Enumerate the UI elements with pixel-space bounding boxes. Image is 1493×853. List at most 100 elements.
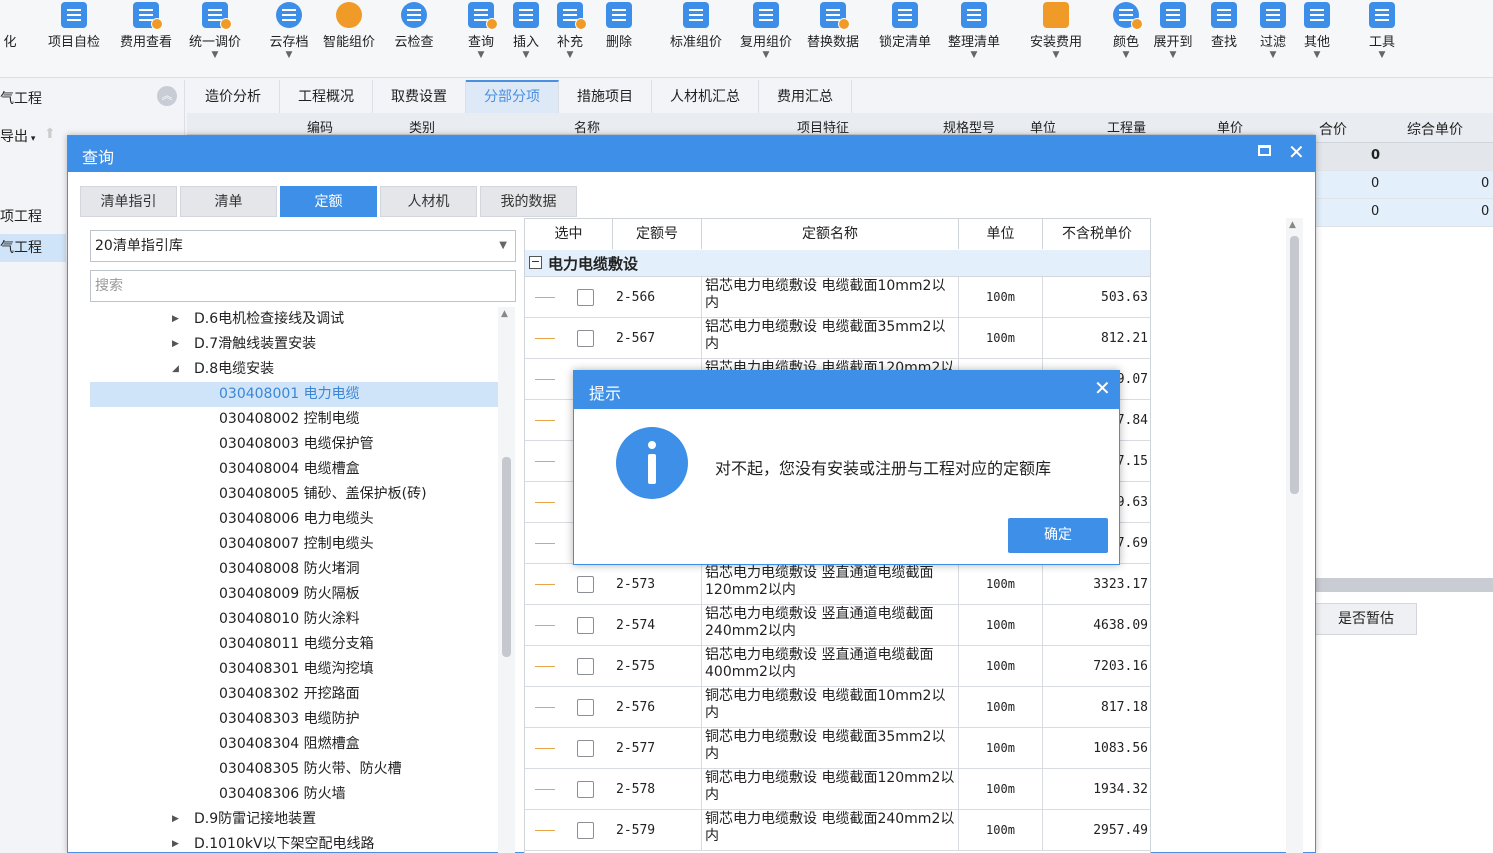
other-button[interactable]: 其他 ▼ [1299, 0, 1335, 72]
row-checkbox[interactable] [577, 699, 594, 716]
collapse-arrow-icon[interactable]: ◢ [172, 357, 179, 382]
tree-node[interactable]: ▶ D.6电机检查接线及调试 [90, 307, 498, 332]
tree-node[interactable]: 030408303 电缆防护 [90, 707, 498, 732]
expand-arrow-icon[interactable]: ▶ [172, 307, 179, 332]
find-button[interactable]: 查找 [1206, 0, 1242, 72]
close-icon[interactable]: ✕ [1288, 140, 1305, 164]
row-checkbox[interactable] [577, 658, 594, 675]
query-button[interactable]: 查询 ▼ [463, 0, 499, 72]
export-button[interactable]: 导出 ▾ [0, 126, 35, 146]
tree-node[interactable]: 030408301 电缆沟挖填 [90, 657, 498, 682]
row-checkbox[interactable] [577, 781, 594, 798]
table-row[interactable]: 2-567 铝芯电力电缆敷设 电缆截面35mm2以内 100m 812.21 [525, 318, 1150, 359]
table-row[interactable]: 0 0 [1315, 171, 1493, 199]
close-icon[interactable]: ✕ [1094, 376, 1111, 400]
table-row[interactable]: 2-575 铝芯电力电缆敷设 竖直通道电缆截面400mm2以内 100m 720… [525, 646, 1150, 687]
scroll-thumb[interactable] [1290, 236, 1299, 494]
tree-node[interactable]: ▶ D.9防雷记接地装置 [90, 807, 498, 832]
project-title[interactable]: 气工程 [0, 88, 42, 108]
alert-dialog-titlebar[interactable]: 提示 ✕ [574, 371, 1119, 409]
toolbar-item-partial[interactable]: 化 [0, 0, 22, 72]
tree-node[interactable]: 030408008 防火堵洞 [90, 557, 498, 582]
tab-list-guide[interactable]: 清单指引 [80, 186, 177, 217]
row-checkbox[interactable] [577, 576, 594, 593]
table-row[interactable]: 2-578 铜芯电力电缆敷设 电缆截面120mm2以内 100m 1934.32 [525, 769, 1150, 810]
lock-list-button[interactable]: 锁定清单 [874, 0, 936, 72]
tree-node[interactable]: 030408011 电缆分支箱 [90, 632, 498, 657]
row-checkbox[interactable] [577, 330, 594, 347]
tab-project-overview[interactable]: 工程概况 [280, 80, 373, 113]
row-checkbox[interactable] [577, 617, 594, 634]
table-row[interactable]: 2-574 铝芯电力电缆敷设 竖直通道电缆截面240mm2以内 100m 463… [525, 605, 1150, 646]
grid-scrollbar[interactable]: ▲ [1286, 218, 1303, 853]
tree-node[interactable]: 030408304 阻燃槽盒 [90, 732, 498, 757]
table-row[interactable]: 2-577 铜芯电力电缆敷设 电缆截面35mm2以内 100m 1083.56 [525, 728, 1150, 769]
organize-list-button[interactable]: 整理清单 ▼ [943, 0, 1005, 72]
expand-arrow-icon[interactable]: ▶ [172, 332, 179, 357]
row-checkbox[interactable] [577, 289, 594, 306]
tab-fee-settings[interactable]: 取费设置 [373, 80, 466, 113]
table-row[interactable]: 0 [1315, 143, 1493, 171]
tree-node[interactable]: 030408305 防火带、防火槽 [90, 757, 498, 782]
tree-node[interactable]: 030408010 防火涂料 [90, 607, 498, 632]
tree-node[interactable]: 030408302 开挖路面 [90, 682, 498, 707]
color-button[interactable]: 颜色 ▼ [1108, 0, 1144, 72]
sidebar-item-electrical[interactable]: 气工程 [0, 234, 66, 262]
project-check-button[interactable]: 项目自检 [42, 0, 106, 72]
filter-button[interactable]: 过滤 ▼ [1255, 0, 1291, 72]
row-checkbox[interactable] [577, 740, 594, 757]
tree-node[interactable]: 030408003 电缆保护管 [90, 432, 498, 457]
tree-node[interactable]: ▶ D.7滑触线装置安装 [90, 332, 498, 357]
splitter[interactable] [1315, 578, 1493, 592]
tree-node[interactable]: 030408005 铺砂、盖保护板(砖) [90, 482, 498, 507]
tree-node[interactable]: ◢ D.8电缆安装 [90, 357, 498, 382]
collapse-icon[interactable]: ︽ [157, 86, 177, 106]
ok-button[interactable]: 确定 [1008, 518, 1108, 553]
tab-is-estimate[interactable]: 是否暂估 [1315, 603, 1417, 635]
tree-node[interactable]: 030408006 电力电缆头 [90, 507, 498, 532]
tab-measures[interactable]: 措施项目 [559, 80, 652, 113]
table-row[interactable]: 2-579 铜芯电力电缆敷设 电缆截面240mm2以内 100m 2957.49 [525, 810, 1150, 851]
tab-cost-analysis[interactable]: 造价分析 [187, 80, 280, 113]
expand-to-button[interactable]: 展开到 ▼ [1148, 0, 1198, 72]
scroll-thumb[interactable] [502, 457, 511, 657]
tree-node[interactable]: 030408007 控制电缆头 [90, 532, 498, 557]
table-row[interactable]: 2-566 铝芯电力电缆敷设 电缆截面10mm2以内 100m 503.63 [525, 277, 1150, 318]
delete-button[interactable]: 删除 [601, 0, 637, 72]
tab-fee-summary[interactable]: 费用汇总 [759, 80, 852, 113]
tree-node[interactable]: 030408004 电缆槽盒 [90, 457, 498, 482]
maximize-icon[interactable] [1258, 145, 1271, 156]
tab-quota[interactable]: 定额 [280, 186, 377, 217]
tools-button[interactable]: 工具 ▼ [1364, 0, 1400, 72]
row-checkbox[interactable] [577, 822, 594, 839]
tab-labor-material[interactable]: 人材机 [380, 186, 477, 217]
search-input[interactable] [90, 270, 516, 302]
expand-arrow-icon[interactable]: ▶ [172, 807, 179, 832]
tree-node[interactable]: 030408306 防火墙 [90, 782, 498, 807]
replace-data-button[interactable]: 替换数据 [802, 0, 864, 72]
cloud-check-button[interactable]: 云检查 [389, 0, 439, 72]
tab-sub-items[interactable]: 分部分项 [466, 80, 559, 113]
tree-scrollbar[interactable]: ▲ [498, 307, 515, 853]
scroll-up-icon[interactable]: ▲ [1289, 220, 1296, 230]
sidebar-item-project[interactable]: 项工程 [0, 206, 42, 226]
table-row[interactable]: 2-573 铝芯电力电缆敷设 竖直通道电缆截面120mm2以内 100m 332… [525, 564, 1150, 605]
standard-pricing-button[interactable]: 标准组价 [664, 0, 728, 72]
fee-view-button[interactable]: 费用查看 [114, 0, 178, 72]
move-up-icon[interactable]: ⬆ [44, 126, 56, 142]
tab-labor-material-summary[interactable]: 人材机汇总 [652, 80, 759, 113]
tree-node[interactable]: 030408002 控制电缆 [90, 407, 498, 432]
tab-list[interactable]: 清单 [180, 186, 277, 217]
query-window-titlebar[interactable]: 查询 ✕ [68, 136, 1315, 172]
table-row[interactable]: 0 0 [1315, 199, 1493, 227]
tree-node-selected[interactable]: 030408001 电力电缆 [90, 382, 498, 407]
unified-price-button[interactable]: 统一调价 ▼ [183, 0, 247, 72]
tree-node[interactable]: 030408009 防火隔板 [90, 582, 498, 607]
collapse-icon[interactable]: − [529, 256, 542, 269]
reuse-pricing-button[interactable]: 复用组价 ▼ [734, 0, 798, 72]
cloud-save-button[interactable]: 云存档 ▼ [264, 0, 314, 72]
expand-arrow-icon[interactable]: ▶ [172, 832, 179, 853]
tab-my-data[interactable]: 我的数据 [480, 186, 577, 217]
library-select[interactable]: 20清单指引库 ▼ [90, 230, 516, 262]
scroll-up-icon[interactable]: ▲ [501, 309, 508, 319]
